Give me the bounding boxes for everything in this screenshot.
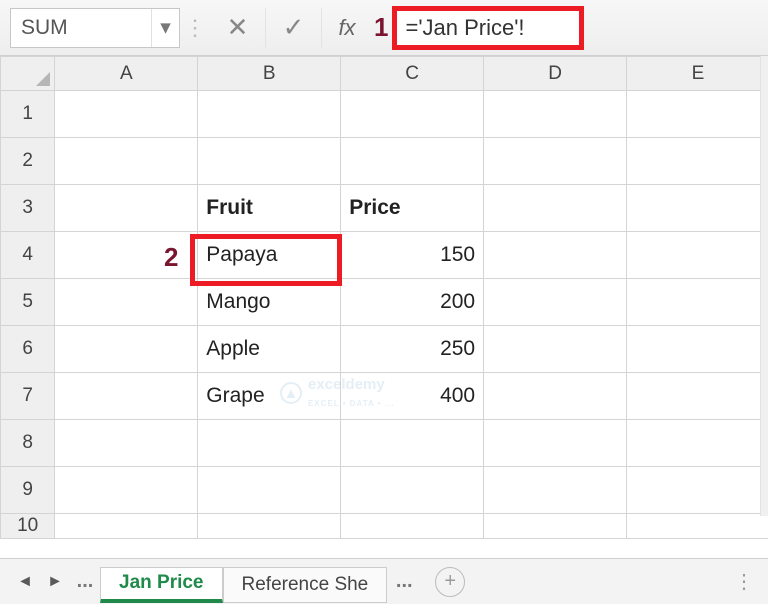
add-sheet-button[interactable]: +: [435, 567, 465, 597]
col-header-D[interactable]: D: [484, 57, 627, 91]
cell-A5[interactable]: [55, 279, 198, 326]
cell-B1[interactable]: [198, 91, 341, 138]
cell-B9[interactable]: [198, 467, 341, 514]
row-header-6[interactable]: 6: [1, 326, 55, 373]
cell-A1[interactable]: [55, 91, 198, 138]
fx-icon: fx: [338, 15, 355, 40]
cell-D5[interactable]: [484, 279, 627, 326]
cancel-formula-button[interactable]: ✕: [210, 8, 266, 48]
cell-B3[interactable]: Fruit: [198, 185, 341, 232]
tab-overflow-ellipsis[interactable]: ...: [387, 570, 421, 593]
col-header-C[interactable]: C: [341, 57, 484, 91]
cell-D4[interactable]: [484, 232, 627, 279]
cell-B10[interactable]: [198, 514, 341, 539]
col-header-E[interactable]: E: [627, 57, 768, 91]
worksheet-grid: A B C D E 1 2 3 Fruit Price 4 Papaya 150…: [0, 56, 768, 556]
cell-D8[interactable]: [484, 420, 627, 467]
formula-input-value: ='Jan Price'!: [405, 15, 524, 41]
cell-B4[interactable]: Papaya: [198, 232, 341, 279]
cell-C4[interactable]: 150: [341, 232, 484, 279]
name-box-dropdown-icon[interactable]: ▾: [151, 9, 179, 47]
annotation-1: 1: [374, 12, 388, 43]
formula-input[interactable]: ='Jan Price'!: [392, 6, 584, 50]
cell-B2[interactable]: [198, 138, 341, 185]
cell-C7[interactable]: 400: [341, 373, 484, 420]
tab-nav-prev-button[interactable]: ◄: [10, 573, 40, 591]
tab-nav-next-button[interactable]: ►: [40, 573, 70, 591]
cell-D3[interactable]: [484, 185, 627, 232]
cell-D9[interactable]: [484, 467, 627, 514]
col-header-B[interactable]: B: [198, 57, 341, 91]
row-header-9[interactable]: 9: [1, 467, 55, 514]
name-box[interactable]: SUM ▾: [10, 8, 180, 48]
cell-C1[interactable]: [341, 91, 484, 138]
cell-E2[interactable]: [627, 138, 768, 185]
cell-A7[interactable]: [55, 373, 198, 420]
cell-C2[interactable]: [341, 138, 484, 185]
name-box-value: SUM: [21, 16, 68, 40]
cell-C5[interactable]: 200: [341, 279, 484, 326]
cell-E10[interactable]: [627, 514, 768, 539]
cell-E4[interactable]: [627, 232, 768, 279]
cell-E9[interactable]: [627, 467, 768, 514]
cell-C10[interactable]: [341, 514, 484, 539]
select-all-corner[interactable]: [1, 57, 55, 91]
enter-formula-button[interactable]: ✓: [266, 8, 322, 48]
cell-E1[interactable]: [627, 91, 768, 138]
cell-C3[interactable]: Price: [341, 185, 484, 232]
col-header-A[interactable]: A: [55, 57, 198, 91]
row-header-4[interactable]: 4: [1, 232, 55, 279]
row-header-2[interactable]: 2: [1, 138, 55, 185]
cell-A9[interactable]: [55, 467, 198, 514]
cell-B7[interactable]: Grape: [198, 373, 341, 420]
cell-A10[interactable]: [55, 514, 198, 539]
sheet-table: A B C D E 1 2 3 Fruit Price 4 Papaya 150…: [0, 56, 768, 539]
cell-D10[interactable]: [484, 514, 627, 539]
tab-nav-ellipsis[interactable]: ...: [70, 570, 100, 593]
plus-icon: +: [444, 570, 456, 593]
cell-D7[interactable]: [484, 373, 627, 420]
cell-A3[interactable]: [55, 185, 198, 232]
row-header-5[interactable]: 5: [1, 279, 55, 326]
cell-C6[interactable]: 250: [341, 326, 484, 373]
cell-A2[interactable]: [55, 138, 198, 185]
checkmark-icon: ✓: [283, 12, 305, 43]
cell-B6[interactable]: Apple: [198, 326, 341, 373]
cell-D1[interactable]: [484, 91, 627, 138]
cell-E5[interactable]: [627, 279, 768, 326]
row-header-1[interactable]: 1: [1, 91, 55, 138]
cell-C8[interactable]: [341, 420, 484, 467]
row-header-8[interactable]: 8: [1, 420, 55, 467]
row-header-7[interactable]: 7: [1, 373, 55, 420]
cell-E8[interactable]: [627, 420, 768, 467]
vertical-scrollbar[interactable]: [760, 56, 768, 516]
cell-D6[interactable]: [484, 326, 627, 373]
cell-D2[interactable]: [484, 138, 627, 185]
row-header-10[interactable]: 10: [1, 514, 55, 539]
cell-A6[interactable]: [55, 326, 198, 373]
row-header-3[interactable]: 3: [1, 185, 55, 232]
annotation-2: 2: [164, 242, 178, 273]
cancel-icon: ✕: [227, 12, 249, 43]
cell-B5[interactable]: Mango: [198, 279, 341, 326]
cell-E3[interactable]: [627, 185, 768, 232]
cell-A8[interactable]: [55, 420, 198, 467]
formula-bar: SUM ▾ ⋮ ✕ ✓ fx 1 ='Jan Price'!: [0, 0, 768, 56]
tab-reference-sheet[interactable]: Reference She: [223, 567, 388, 603]
insert-function-button[interactable]: fx: [322, 15, 372, 41]
cell-E6[interactable]: [627, 326, 768, 373]
formula-bar-options-icon[interactable]: ⋮: [180, 23, 210, 33]
cell-C9[interactable]: [341, 467, 484, 514]
tab-jan-price[interactable]: Jan Price: [100, 567, 223, 603]
sheet-tab-strip: ◄ ► ... Jan Price Reference She ... + ⋮: [0, 558, 768, 604]
cell-E7[interactable]: [627, 373, 768, 420]
tab-strip-options-icon[interactable]: ⋮: [734, 569, 754, 594]
cell-B8[interactable]: [198, 420, 341, 467]
